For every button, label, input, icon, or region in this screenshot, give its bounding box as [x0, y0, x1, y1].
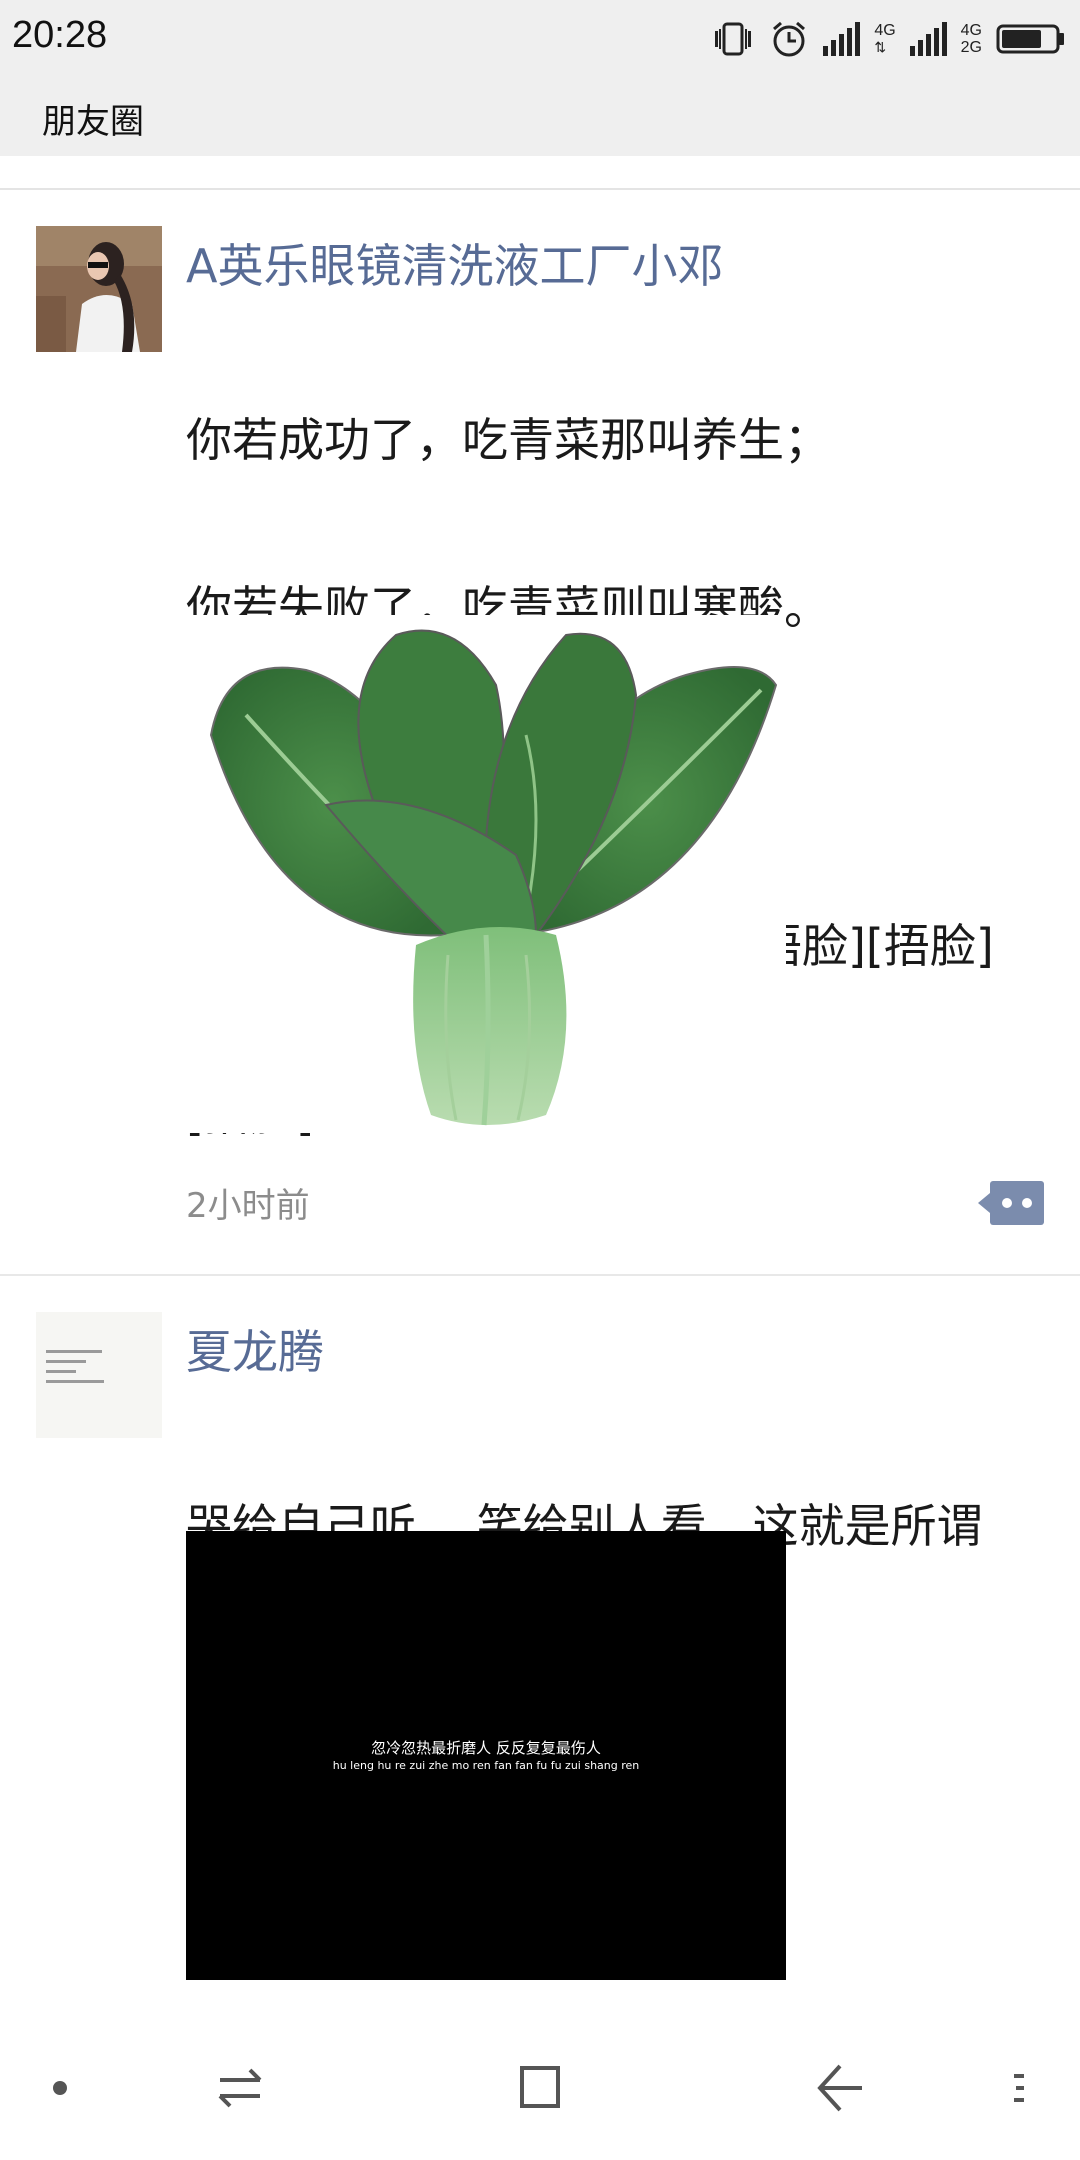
dot-icon: [1002, 1198, 1012, 1208]
navigation-bar: [0, 2040, 1080, 2160]
nav-menu-button[interactable]: [990, 2040, 1050, 2160]
comment-icon: [990, 1181, 1044, 1225]
video-subtitle: 忽冷忽热最折磨人 反反复复最伤人: [371, 1739, 601, 1757]
avatar[interactable]: [36, 1312, 162, 1438]
page-title: 朋友圈: [42, 102, 144, 142]
nav-back-button[interactable]: [810, 2040, 870, 2160]
video-pinyin: hu leng hu re zui zhe mo ren fan fan fu …: [332, 1759, 640, 1772]
alarm-icon: [773, 21, 806, 57]
menu-icon: [1014, 2074, 1024, 2102]
post-video[interactable]: 忽冷忽热最折磨人 反反复复最伤人 hu leng hu re zui zhe m…: [186, 1531, 786, 1980]
divider: [0, 188, 1080, 190]
post-image[interactable]: [186, 615, 786, 1133]
post-line: 你若成功了，吃青菜那叫养生；: [186, 413, 830, 467]
nav-home-button[interactable]: [510, 2040, 570, 2160]
status-bar: 20:28 4G ⇅ 4G 2G: [0, 0, 1080, 76]
battery-icon: [996, 24, 1064, 54]
post-author[interactable]: A英乐眼镜清洗液工厂小邓: [186, 230, 723, 296]
network-label: 4G: [960, 22, 982, 39]
avatar[interactable]: [36, 226, 162, 352]
network-type-2: 4G 2G: [961, 22, 982, 56]
switch-icon: [218, 2068, 262, 2108]
comment-icon-tip: [978, 1193, 990, 1213]
signal-icon: [909, 22, 947, 56]
network-type-1: 4G ⇅: [874, 22, 895, 56]
signal-icon: [823, 22, 861, 56]
bok-choy-image: [209, 629, 778, 1126]
dot-icon: [1022, 1198, 1032, 1208]
status-icons: 4G ⇅ 4G 2G: [711, 14, 1066, 64]
comment-button[interactable]: [978, 1181, 1044, 1225]
home-square-icon: [520, 2066, 560, 2108]
post-author[interactable]: 夏龙腾: [186, 1316, 324, 1382]
dot-icon: [53, 2081, 67, 2095]
post-time: 2小时前: [186, 1186, 310, 1226]
network-label: 2G: [960, 39, 982, 56]
vibrate-icon: [715, 22, 752, 56]
data-arrows-icon: ⇅: [874, 39, 887, 55]
header: 朋友圈: [0, 76, 1080, 156]
post-divider: [0, 1274, 1080, 1276]
status-time: 20:28: [12, 14, 108, 56]
network-label: 4G: [874, 22, 896, 39]
nav-dot-button[interactable]: [30, 2040, 90, 2160]
nav-switch-button[interactable]: [210, 2040, 270, 2160]
back-icon: [817, 2064, 862, 2112]
